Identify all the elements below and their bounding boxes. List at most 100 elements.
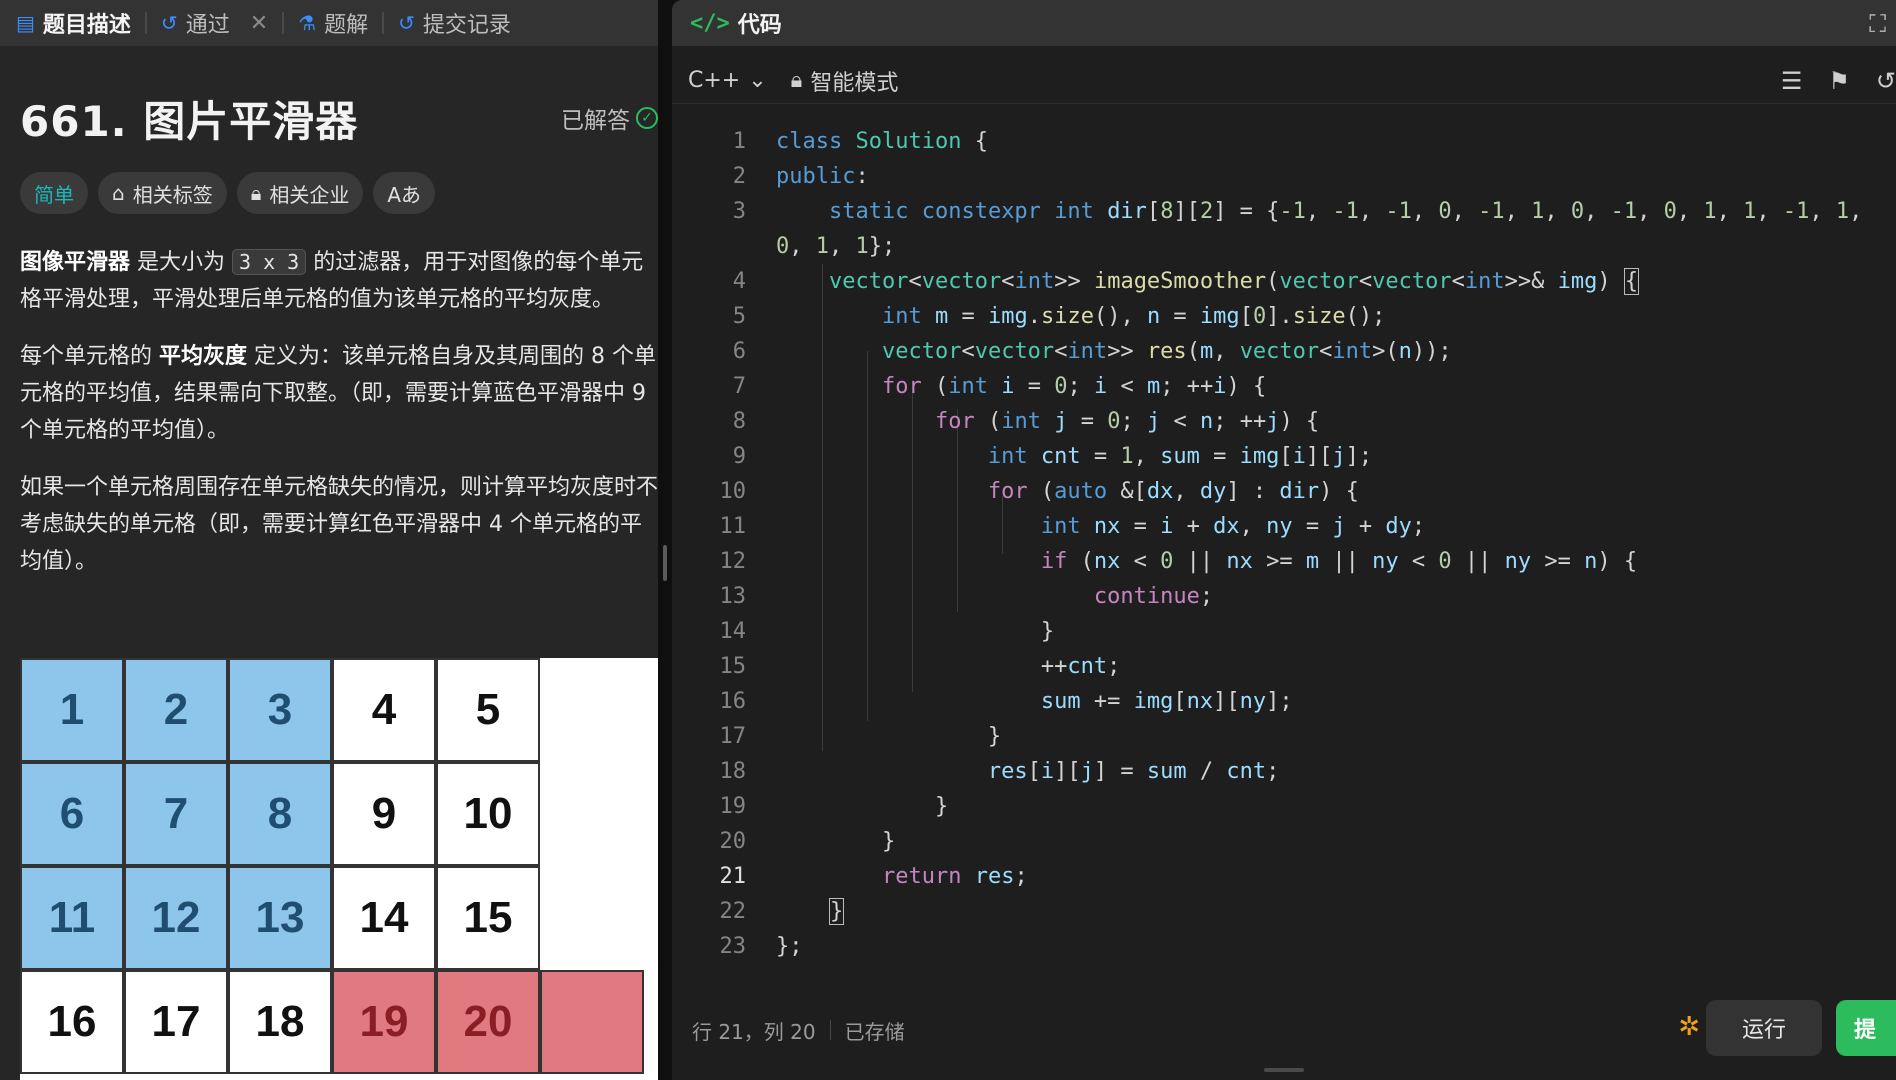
language-select[interactable]: C++ ⌄	[688, 68, 767, 93]
title-row: 661. 图片平滑器 已解答 ✓	[20, 90, 658, 146]
tab-description[interactable]: ▤ 题目描述	[16, 0, 131, 46]
grid-cell: 7	[124, 762, 228, 866]
code-line: 20 }	[719, 829, 896, 854]
format-icon[interactable]: ☰	[1781, 67, 1803, 95]
cursor-position: 行 21，列 20	[692, 1019, 816, 1044]
code-line: 13 continue;	[719, 584, 1214, 609]
grid-cell: 8	[228, 762, 332, 866]
toolbar-actions: ☰ ⚑ ↺	[1781, 67, 1896, 95]
history-icon: ↺	[398, 11, 415, 35]
related-tags-label: 相关标签	[132, 182, 213, 207]
code-icon: </>	[690, 10, 730, 36]
related-companies-button[interactable]: 🔒︎ 相关企业	[236, 172, 364, 214]
resize-handle[interactable]	[1264, 1068, 1304, 1072]
grid-cell: 18	[228, 970, 332, 1074]
grid-cell: 16	[20, 970, 124, 1074]
grid-cell: 1	[20, 658, 124, 762]
code-line: 11 int nx = i + dx, ny = j + dy;	[719, 514, 1426, 539]
fullscreen-icon[interactable]: ⛶	[1869, 10, 1886, 38]
term-average-gray: 平均灰度	[159, 344, 248, 369]
code-line: 17 }	[719, 724, 1002, 749]
tab-submissions[interactable]: ↺ 提交记录	[398, 0, 511, 46]
code-line: 1 class Solution {	[732, 129, 988, 154]
reset-icon[interactable]: ↺	[1876, 67, 1896, 95]
close-icon[interactable]: ✕	[250, 11, 268, 36]
translate-button[interactable]: Aあ	[373, 172, 436, 214]
chevron-down-icon: ⌄	[748, 68, 767, 93]
grid-cell: 12	[124, 866, 228, 970]
problem-title[interactable]: 661. 图片平滑器	[20, 88, 358, 149]
term-image-smoother: 图像平滑器	[20, 250, 131, 275]
code-line: 8 for (int j = 0; j < n; ++j) {	[732, 409, 1320, 434]
smart-mode-label: 智能模式	[810, 70, 899, 96]
save-status: 已存储	[844, 1019, 905, 1044]
desc-paragraph-1: 图像平滑器 是大小为 3 x 3 的过滤器，用于对图像的每个单元格平滑处理，平滑…	[20, 249, 644, 312]
code-line: 6 vector<vector<int>> res(m, vector<int>…	[732, 339, 1452, 364]
grid-cell: 5	[436, 658, 540, 762]
document-icon: ▤	[16, 11, 35, 35]
solved-status: 已解答 ✓	[561, 101, 658, 135]
code-line-current: 21 return res;	[719, 864, 1028, 889]
smart-mode-toggle[interactable]: 🔒︎ 智能模式	[791, 65, 899, 97]
code-line: 10 for (auto &[dx, dy] : dir) {	[719, 479, 1359, 504]
desc-paragraph-2: 每个单元格的 平均灰度 定义为：该单元格自身及其周围的 8 个单元格的平均值，结…	[20, 344, 656, 443]
related-tags-button[interactable]: ⌂ 相关标签	[98, 172, 227, 214]
run-button[interactable]: 运行	[1706, 1000, 1822, 1056]
grid-cell: 20	[436, 970, 540, 1074]
translate-icon: Aあ	[387, 182, 422, 207]
grid-cell: 6	[20, 762, 124, 866]
code-line: 22 }	[719, 898, 845, 925]
grid-cell: 4	[332, 658, 436, 762]
submit-button[interactable]: 提	[1836, 1000, 1896, 1056]
grid-cell: 14	[332, 866, 436, 970]
lock-icon: 🔒︎	[790, 68, 803, 93]
language-value: C++	[688, 68, 741, 93]
tab-separator	[144, 12, 147, 34]
grid-cell: 3	[228, 658, 332, 762]
tab-submissions-label: 提交记录	[422, 13, 511, 38]
difficulty-badge: 简单	[20, 172, 88, 214]
grid-cell: 9	[332, 762, 436, 866]
code-line: 16 sum += img[nx][ny];	[719, 689, 1293, 714]
code-line: 2 public:	[732, 164, 869, 189]
editor-statusbar: 行 21，列 20 已存储 ✲ 运行 提	[672, 1000, 1896, 1060]
code-line: 4 vector<vector<int>> imageSmoother(vect…	[732, 268, 1640, 295]
code-line: 9 int cnt = 1, sum = img[i][j];	[732, 444, 1373, 469]
related-companies-label: 相关企业	[269, 182, 350, 207]
panel-resize-divider[interactable]	[658, 0, 672, 1080]
code-line: 7 for (int i = 0; i < m; ++i) {	[732, 374, 1267, 399]
tab-accepted-label: 通过	[185, 13, 230, 38]
tag-icon: ⌂	[112, 181, 125, 205]
grid-cell: 19	[332, 970, 436, 1074]
tab-solutions[interactable]: ⚗ 题解	[298, 0, 368, 46]
grid-cell: 2	[124, 658, 228, 762]
grid-cell: 17	[124, 970, 228, 1074]
tab-accepted[interactable]: ↺ 通过 ✕	[161, 0, 268, 46]
tab-separator	[382, 12, 385, 34]
desc-paragraph-3: 如果一个单元格周围存在单元格缺失的情况，则计算平均灰度时不考虑缺失的单元格（即，…	[20, 475, 658, 574]
resize-handle[interactable]	[663, 545, 667, 581]
code-panel: </> 代码 ⛶ C++ ⌄ 🔒︎ 智能模式 ☰ ⚑ ↺ 1 class Solu…	[672, 0, 1896, 1080]
solved-label: 已解答	[561, 108, 630, 134]
inline-code: 3 x 3	[232, 249, 307, 275]
code-line: 5 int m = img.size(), n = img[0].size();	[732, 304, 1386, 329]
problem-pills: 简单 ⌂ 相关标签 🔒︎ 相关企业 Aあ	[20, 172, 436, 214]
status-separator	[829, 1020, 831, 1040]
code-line: 15 ++cnt;	[719, 654, 1121, 679]
tab-description-label: 题目描述	[42, 13, 131, 38]
code-header: </> 代码	[672, 0, 1896, 46]
flask-icon: ⚗	[298, 11, 317, 35]
problem-description: 图像平滑器 是大小为 3 x 3 的过滤器，用于对图像的每个单元格平滑处理，平滑…	[20, 244, 658, 600]
grid-cell: 11	[20, 866, 124, 970]
code-line: 12 if (nx < 0 || nx >= m || ny < 0 || ny…	[719, 549, 1638, 574]
bookmark-icon[interactable]: ⚑	[1828, 67, 1850, 95]
grid-cell: 10	[436, 762, 540, 866]
grid-cell: 13	[228, 866, 332, 970]
code-editor[interactable]: 1 class Solution { 2 public: 3 static cons…	[672, 124, 1896, 964]
code-line: 18 res[i][j] = sum / cnt;	[719, 759, 1280, 784]
history-icon: ↺	[160, 11, 178, 35]
code-line: 0, 1, 1};	[776, 234, 896, 259]
tab-separator	[282, 12, 285, 34]
debug-icon[interactable]: ✲	[1678, 1012, 1700, 1042]
code-line: 23};	[719, 934, 803, 959]
